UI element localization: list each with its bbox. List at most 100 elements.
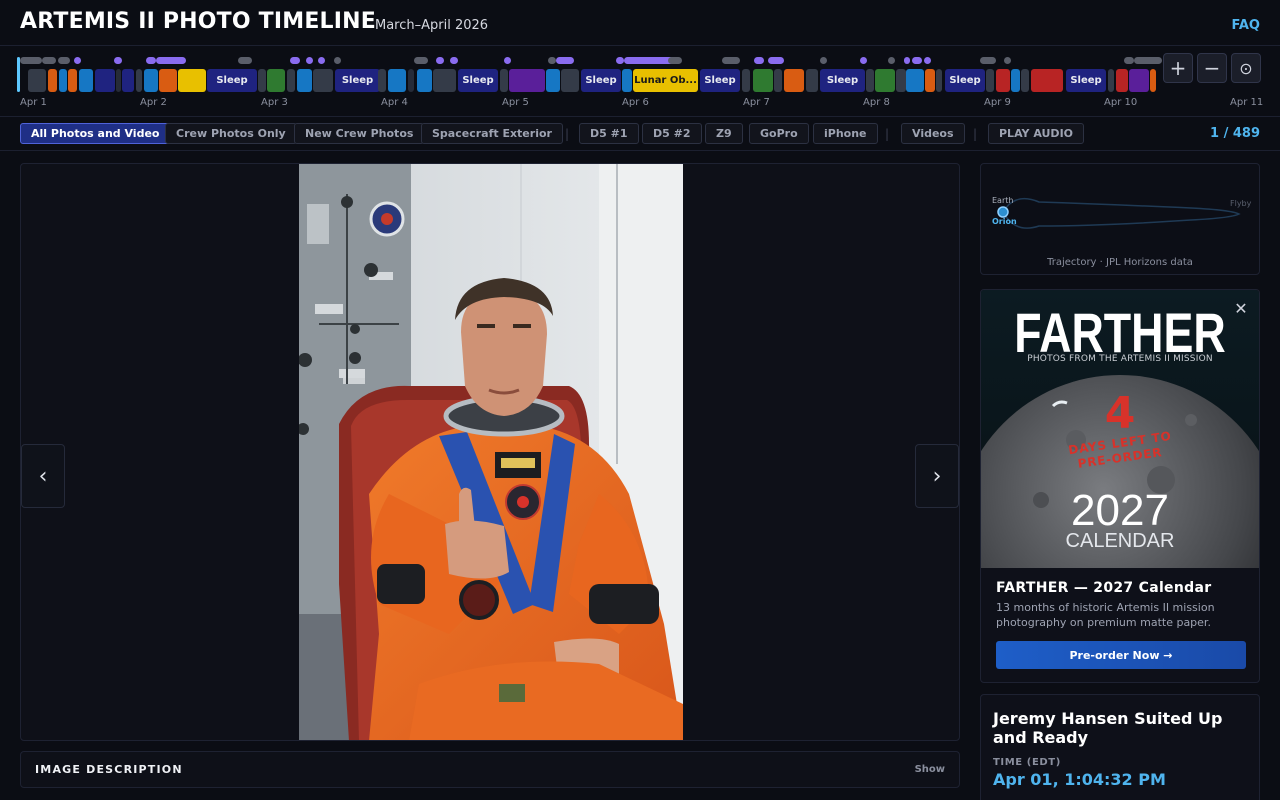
timeline-segment[interactable] xyxy=(267,69,285,92)
photo-marker[interactable] xyxy=(306,57,313,64)
timeline-segment[interactable] xyxy=(378,69,386,92)
photo-marker[interactable] xyxy=(20,57,42,64)
timeline-segment-sleep[interactable]: Sleep xyxy=(207,69,257,92)
timeline-segment[interactable] xyxy=(1021,69,1029,92)
filter-camera-iphone[interactable]: iPhone xyxy=(813,123,878,144)
timeline-segment[interactable] xyxy=(388,69,406,92)
faq-link[interactable]: FAQ xyxy=(1231,18,1260,33)
preorder-button[interactable]: Pre-order Now → xyxy=(996,641,1246,669)
calendar-ad-artwork[interactable]: FARTHER PHOTOS FROM THE ARTEMIS II MISSI… xyxy=(981,290,1259,568)
timeline-segment[interactable] xyxy=(546,69,560,92)
timeline-segment[interactable] xyxy=(144,69,158,92)
filter-crew-photos[interactable]: Crew Photos Only xyxy=(165,123,297,144)
photo-marker[interactable] xyxy=(548,57,556,64)
photo-marker[interactable] xyxy=(1004,57,1011,64)
photo-marker[interactable] xyxy=(156,57,186,64)
photo-marker[interactable] xyxy=(504,57,511,64)
filter-all-photos-video[interactable]: All Photos and Video xyxy=(20,123,171,144)
photo-marker[interactable] xyxy=(556,57,574,64)
timeline-segment[interactable] xyxy=(906,69,924,92)
timeline-segment[interactable] xyxy=(1031,69,1063,92)
photo-marker[interactable] xyxy=(912,57,922,64)
photo-markers-row[interactable] xyxy=(18,57,1162,65)
timeline-segment[interactable] xyxy=(774,69,782,92)
filter-videos[interactable]: Videos xyxy=(901,123,965,144)
timeline-segment[interactable] xyxy=(59,69,67,92)
photo-marker[interactable] xyxy=(904,57,910,64)
photo-marker[interactable] xyxy=(1134,57,1162,64)
photo-marker[interactable] xyxy=(290,57,300,64)
filter-camera-d5-2[interactable]: D5 #2 xyxy=(642,123,702,144)
photo-marker[interactable] xyxy=(436,57,444,64)
timeline-segment-sleep[interactable]: Sleep xyxy=(335,69,380,92)
photo-marker[interactable] xyxy=(414,57,428,64)
filter-camera-gopro[interactable]: GoPro xyxy=(749,123,809,144)
zoom-out-button[interactable]: − xyxy=(1197,53,1227,83)
timeline-segment[interactable] xyxy=(784,69,804,92)
timeline-segment-sleep[interactable]: Sleep xyxy=(700,69,740,92)
timeline-segment[interactable] xyxy=(742,69,750,92)
play-audio-button[interactable]: PLAY AUDIO xyxy=(988,123,1085,144)
zoom-in-button[interactable]: + xyxy=(1163,53,1193,83)
photo-marker[interactable] xyxy=(74,57,81,64)
timeline-segment[interactable] xyxy=(1108,69,1114,92)
photo-marker[interactable] xyxy=(334,57,341,64)
timeline-segment[interactable] xyxy=(159,69,177,92)
timeline-segment[interactable] xyxy=(875,69,895,92)
timeline-segment[interactable] xyxy=(1011,69,1020,92)
timeline-segment[interactable] xyxy=(509,69,545,92)
filter-camera-d5-1[interactable]: D5 #1 xyxy=(579,123,639,144)
previous-photo-button[interactable]: ‹ xyxy=(21,444,65,508)
timeline-segment[interactable] xyxy=(258,69,266,92)
reset-zoom-button[interactable]: ⊙ xyxy=(1231,53,1261,83)
photo-marker[interactable] xyxy=(1124,57,1134,64)
timeline-segment[interactable] xyxy=(408,69,414,92)
timeline-segment[interactable] xyxy=(122,69,134,92)
photo-marker[interactable] xyxy=(318,57,325,64)
timeline-segment[interactable] xyxy=(68,69,77,92)
timeline-segment[interactable] xyxy=(622,69,632,92)
photo-marker[interactable] xyxy=(238,57,252,64)
timeline-segment[interactable] xyxy=(936,69,942,92)
photo-marker[interactable] xyxy=(768,57,784,64)
photo-marker[interactable] xyxy=(668,57,682,64)
timeline-segment[interactable] xyxy=(116,69,121,92)
photo-marker[interactable] xyxy=(58,57,70,64)
timeline-segment[interactable] xyxy=(500,69,508,92)
timeline-segment[interactable] xyxy=(48,69,57,92)
photo-marker[interactable] xyxy=(754,57,764,64)
photo-marker[interactable] xyxy=(820,57,827,64)
filter-spacecraft-exterior[interactable]: Spacecraft Exterior xyxy=(421,123,563,144)
timeline-segment[interactable] xyxy=(806,69,818,92)
photo-timeline[interactable]: Sleep Sleep Sleep Sleep Lunar Ob... Sleep Slee… xyxy=(0,47,1280,117)
timeline-segment[interactable] xyxy=(925,69,935,92)
image-description-toggle[interactable]: Show xyxy=(915,764,945,775)
timeline-segment[interactable] xyxy=(1129,69,1149,92)
timeline-segment[interactable] xyxy=(178,69,206,92)
image-description-panel[interactable]: IMAGE DESCRIPTION Show xyxy=(20,751,960,788)
timeline-segment-lunar[interactable]: Lunar Ob... xyxy=(633,69,698,92)
timeline-segment[interactable] xyxy=(753,69,773,92)
photo-marker[interactable] xyxy=(980,57,996,64)
timeline-segment[interactable] xyxy=(417,69,432,92)
timeline-segment[interactable] xyxy=(996,69,1010,92)
timeline-segment[interactable] xyxy=(297,69,312,92)
timeline-segment[interactable] xyxy=(287,69,295,92)
timeline-segment-sleep[interactable]: Sleep xyxy=(1066,69,1106,92)
timeline-segment[interactable] xyxy=(866,69,874,92)
timeline-segment[interactable] xyxy=(1150,69,1156,92)
photo-marker[interactable] xyxy=(888,57,895,64)
timeline-segment[interactable] xyxy=(95,69,115,92)
filter-new-crew-photos[interactable]: New Crew Photos xyxy=(294,123,425,144)
timeline-segment[interactable] xyxy=(79,69,93,92)
timeline-segment-sleep[interactable]: Sleep xyxy=(945,69,985,92)
photo-marker[interactable] xyxy=(924,57,931,64)
photo-marker[interactable] xyxy=(146,57,156,64)
photo-marker[interactable] xyxy=(450,57,458,64)
activity-segments-row[interactable]: Sleep Sleep Sleep Sleep Lunar Ob... Sleep Slee… xyxy=(18,69,1158,92)
timeline-segment[interactable] xyxy=(136,69,142,92)
photo-marker[interactable] xyxy=(624,57,674,64)
timeline-segment[interactable] xyxy=(561,69,579,92)
timeline-segment-sleep[interactable]: Sleep xyxy=(820,69,865,92)
photo-marker[interactable] xyxy=(114,57,122,64)
